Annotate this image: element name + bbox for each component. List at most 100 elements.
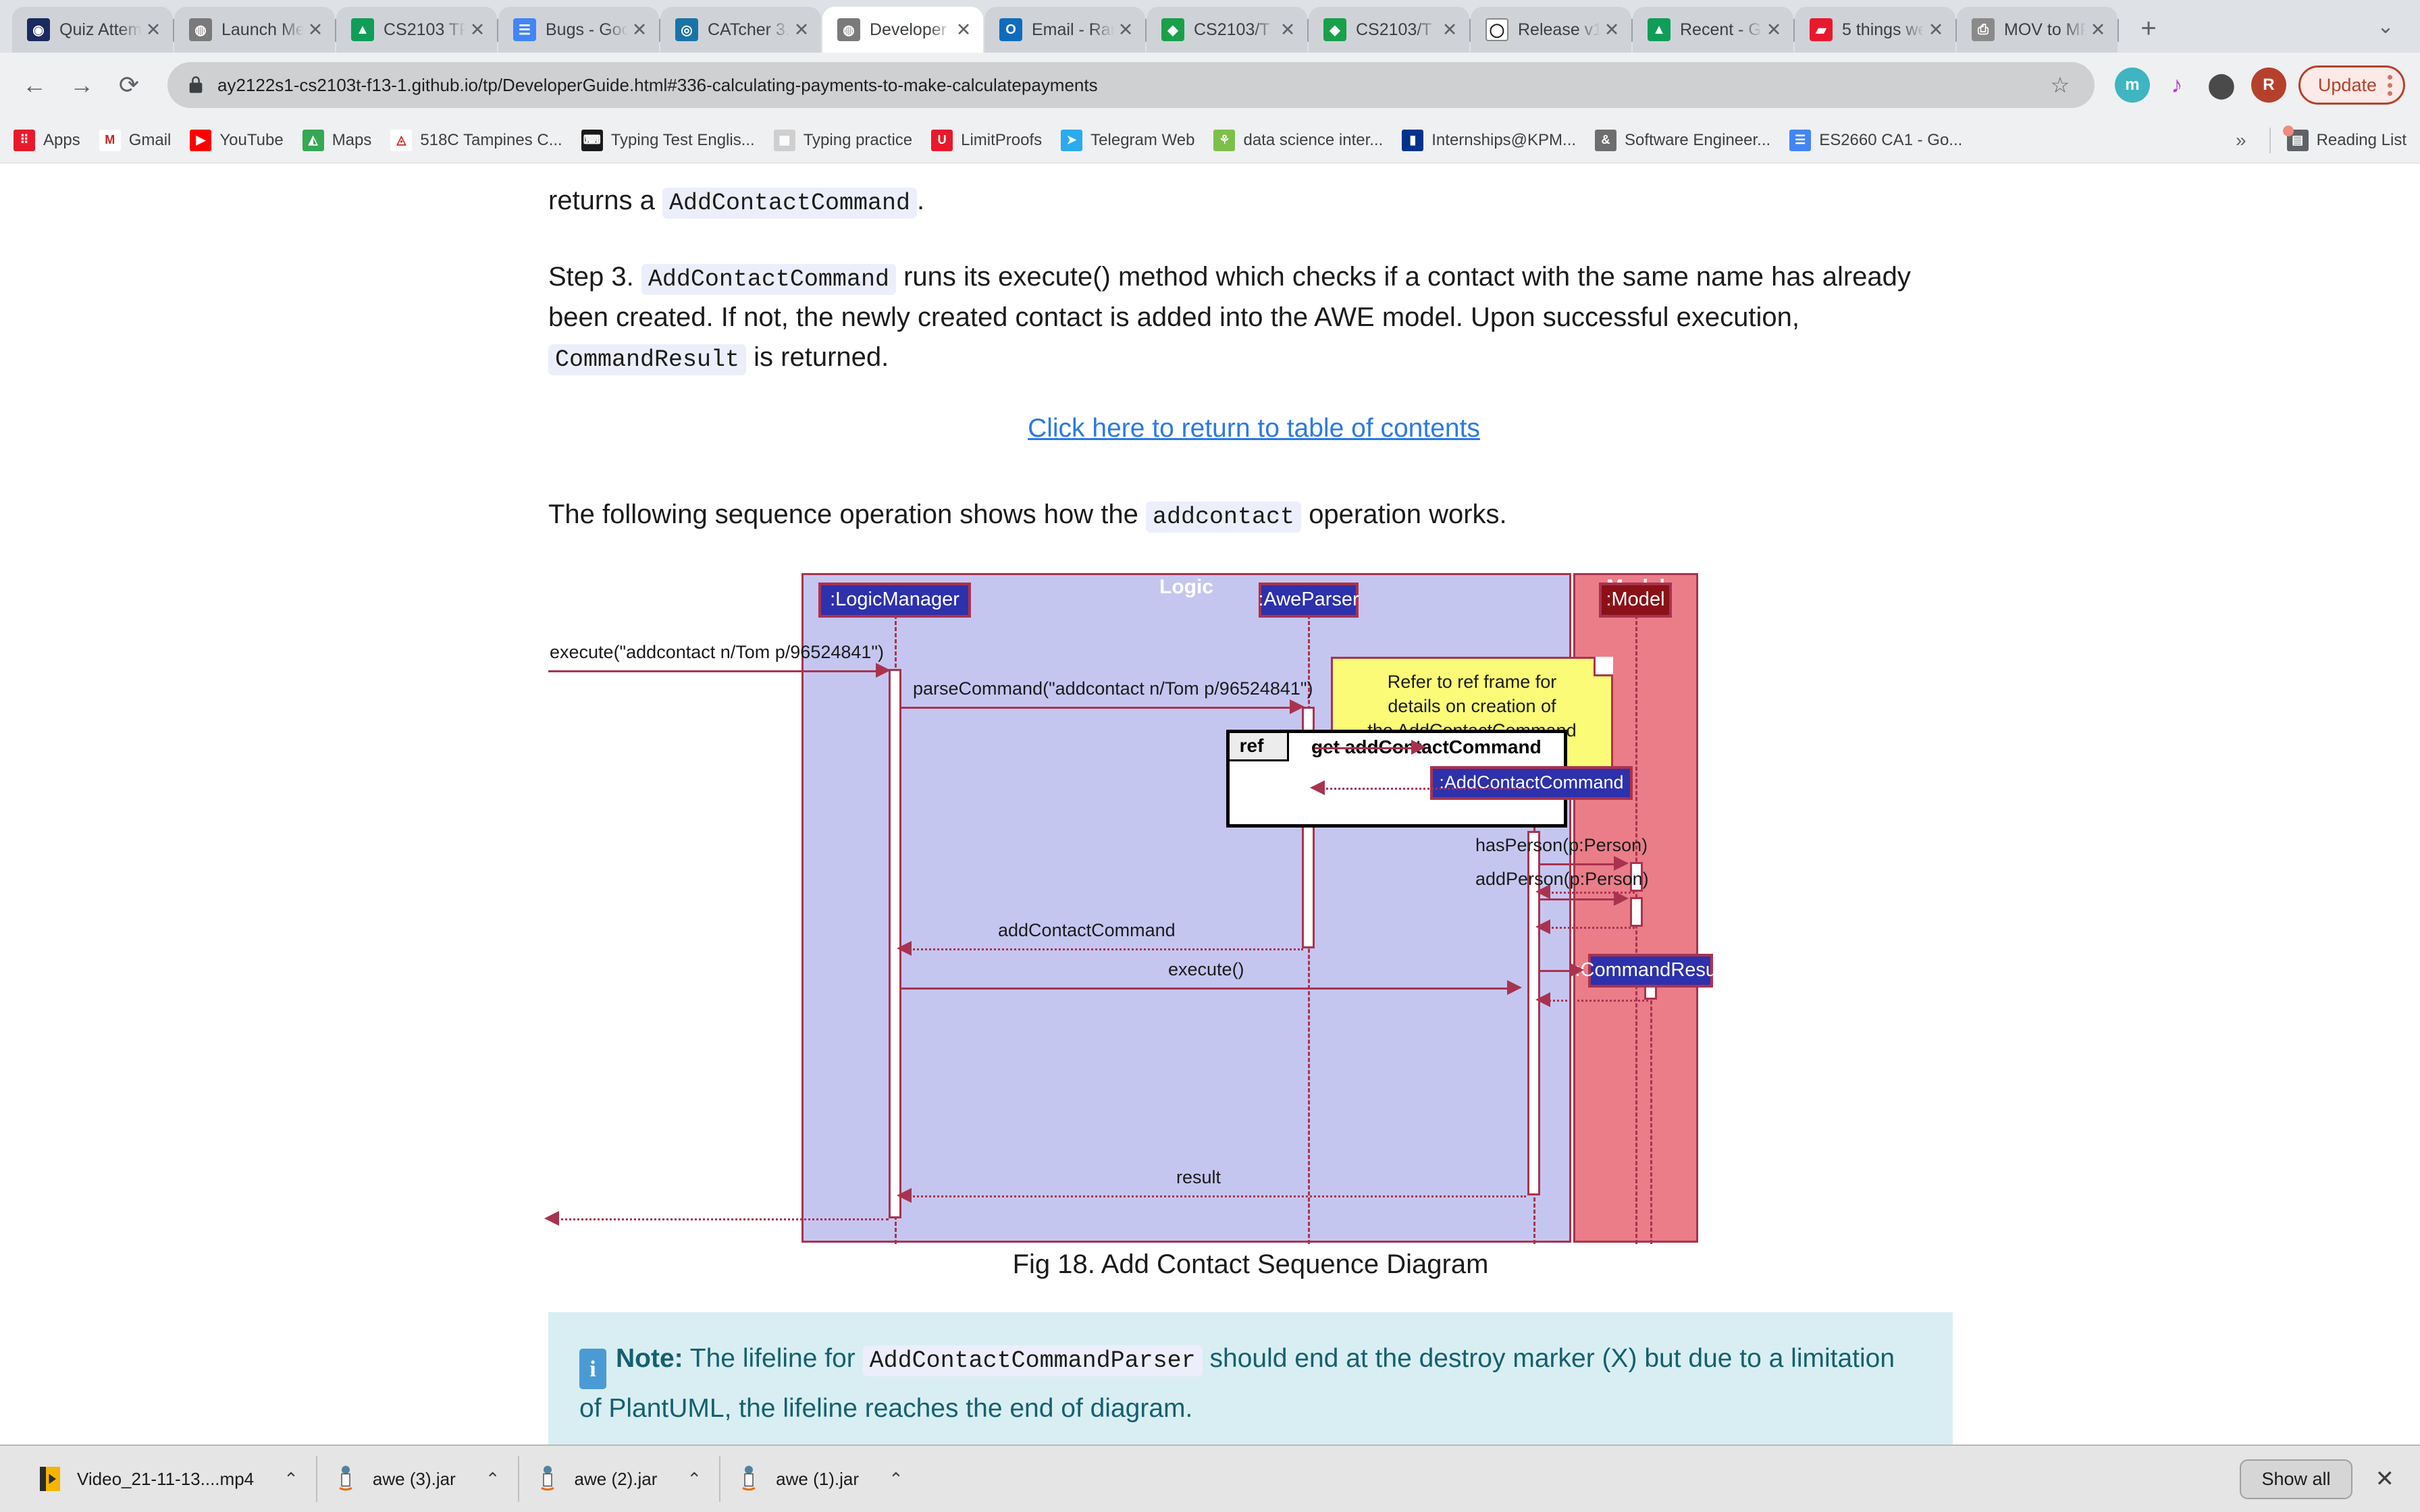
arrow-right: [876, 663, 891, 678]
download-menu-caret[interactable]: ⌃: [485, 1469, 500, 1490]
bookmark-item[interactable]: &Software Engineer...: [1595, 130, 1770, 151]
google-drive-icon: ▲: [1648, 18, 1671, 41]
back-button[interactable]: ←: [15, 65, 54, 105]
grammarly-extension-icon[interactable]: m: [2115, 68, 2150, 103]
browser-tab[interactable]: ☰Bugs - Goo✕: [498, 7, 659, 53]
tab-search-button[interactable]: ⌄: [2366, 7, 2405, 46]
close-tab-button[interactable]: ✕: [1114, 18, 1137, 41]
close-tab-button[interactable]: ✕: [2086, 18, 2109, 41]
java-file-icon: [535, 1465, 560, 1493]
bookmark-item[interactable]: ⌨Typing Test Englis...: [581, 130, 755, 151]
browser-tab[interactable]: ◆CS2103/T -✕: [1147, 7, 1307, 53]
new-tab-button[interactable]: +: [2128, 8, 2169, 49]
bookmark-label: Telegram Web: [1090, 131, 1194, 150]
close-tab-button[interactable]: ✕: [1438, 18, 1461, 41]
download-item[interactable]: awe (2).jar⌃: [518, 1445, 720, 1512]
nus-leaf-icon: ◆: [1323, 18, 1346, 41]
browser-tab[interactable]: ◍Developer (✕: [822, 7, 983, 53]
tab-title: CS2103 TP: [384, 20, 466, 40]
bookmark-label: Apps: [43, 131, 80, 150]
download-menu-caret[interactable]: ⌃: [889, 1469, 903, 1490]
bookmark-item[interactable]: ▮Internships@KPM...: [1402, 130, 1576, 151]
close-tab-button[interactable]: ✕: [628, 18, 651, 41]
bookmark-item[interactable]: ▶YouTube: [190, 130, 283, 151]
browser-tab[interactable]: ◍Launch Me✕: [174, 7, 335, 53]
download-file-name: awe (3).jar: [373, 1469, 456, 1490]
chrome-menu-icon[interactable]: [2388, 75, 2392, 96]
lifeline-commandresult: [1650, 994, 1652, 1244]
bookmark-label: LimitProofs: [961, 131, 1042, 150]
download-item[interactable]: Video_21-11-13....mp4 ⌃: [20, 1445, 316, 1512]
browser-window: ◉Quiz Attem✕◍Launch Me✕▲CS2103 TP✕☰Bugs …: [0, 0, 2420, 1512]
close-tab-button[interactable]: ✕: [1762, 18, 1785, 41]
download-menu-caret[interactable]: ⌃: [284, 1469, 298, 1490]
forward-button[interactable]: →: [62, 65, 101, 105]
browser-tab[interactable]: ▰ 5 things we✕: [1795, 7, 1955, 53]
participant-model: :Model: [1599, 583, 1672, 618]
show-all-downloads-button[interactable]: Show all: [2240, 1459, 2352, 1499]
bookmark-item[interactable]: ULimitProofs: [931, 130, 1042, 151]
arrow-left: [897, 1188, 912, 1203]
tab-title: 5 things we: [1842, 20, 1924, 40]
bookmark-item[interactable]: ➤Telegram Web: [1061, 130, 1194, 151]
close-tab-button[interactable]: ✕: [1924, 18, 1947, 41]
divider: [2269, 128, 2271, 153]
browser-tab[interactable]: ◆CS2103/T -✕: [1309, 7, 1469, 53]
address-bar[interactable]: ay2122s1-cs2103t-f13-1.github.io/tp/Deve…: [167, 62, 2095, 108]
message-execute-line: [901, 988, 1512, 990]
browser-tab[interactable]: ▲Recent - G✕: [1633, 7, 1793, 53]
download-item[interactable]: awe (1).jar⌃: [719, 1445, 921, 1512]
browser-tab[interactable]: ▲CS2103 TP✕: [336, 7, 497, 53]
globe-icon: ◍: [837, 18, 860, 41]
message-addperson: [1540, 898, 1620, 900]
close-tab-button[interactable]: ✕: [952, 18, 975, 41]
download-file-name: Video_21-11-13....mp4: [77, 1469, 254, 1490]
bookmarks-overflow-button[interactable]: »: [2236, 130, 2246, 151]
nus-leaf-icon: ◆: [1161, 18, 1184, 41]
reading-list-label[interactable]: Reading List: [2317, 131, 2406, 150]
note-label: Note:: [616, 1344, 683, 1373]
puzzle-extension-icon[interactable]: ⬤: [2204, 68, 2239, 103]
browser-tab[interactable]: OEmail - Ran✕: [984, 7, 1145, 53]
browser-tab[interactable]: ◯Release v1.✕: [1471, 7, 1631, 53]
bookmark-item[interactable]: ⠿Apps: [14, 130, 80, 151]
moodle-icon: ◉: [27, 18, 50, 41]
download-menu-caret[interactable]: ⌃: [687, 1469, 702, 1490]
browser-tab[interactable]: ◉Quiz Attem✕: [12, 7, 173, 53]
bookmark-item[interactable]: ▦Typing practice: [774, 130, 912, 151]
inline-code: AddContactCommand: [641, 264, 896, 295]
close-downloads-bar-button[interactable]: ✕: [2375, 1465, 2395, 1492]
close-tab-button[interactable]: ✕: [1600, 18, 1623, 41]
browser-tab[interactable]: ⎙MOV to MP✕: [1957, 7, 2118, 53]
message-parsecommand: [901, 707, 1296, 709]
news-icon: ▰: [1810, 18, 1833, 41]
bookmark-item[interactable]: ⚘data science inter...: [1213, 130, 1383, 151]
download-item[interactable]: awe (3).jar ⌃: [316, 1445, 518, 1512]
bookmark-item[interactable]: ☰ES2660 CA1 - Go...: [1789, 130, 1962, 151]
bookmark-item[interactable]: ◬518C Tampines C...: [390, 130, 562, 151]
bookmark-item[interactable]: MGmail: [99, 130, 172, 151]
bookmark-star-icon[interactable]: ☆: [2045, 70, 2076, 101]
bookmarks-overflow: » ▤ Reading List: [2236, 128, 2406, 153]
close-tab-button[interactable]: ✕: [142, 18, 165, 41]
close-tab-button[interactable]: ✕: [1276, 18, 1299, 41]
figure-caption: Fig 18. Add Contact Sequence Diagram: [548, 1249, 1953, 1280]
update-button[interactable]: Update: [2298, 65, 2405, 105]
bookmark-label: Typing practice: [804, 131, 912, 150]
java-file-icon: [737, 1465, 761, 1493]
close-tab-button[interactable]: ✕: [304, 18, 327, 41]
reload-button[interactable]: ⟳: [109, 65, 149, 105]
arrow-left: [1310, 780, 1325, 795]
message-return-commandresult: [1540, 1000, 1648, 1002]
close-tab-button[interactable]: ✕: [466, 18, 489, 41]
profile-avatar[interactable]: R: [2251, 68, 2286, 103]
arrow-right: [1569, 963, 1584, 977]
return-to-toc-link[interactable]: Click here to return to table of content…: [548, 414, 1959, 443]
reading-list-icon: ▤: [2287, 130, 2309, 151]
music-extension-icon[interactable]: ♪: [2159, 68, 2194, 103]
bookmark-item[interactable]: ◭Maps: [302, 130, 372, 151]
url-text: ay2122s1-cs2103t-f13-1.github.io/tp/Deve…: [217, 75, 2045, 96]
lifeline-model: [1635, 615, 1637, 1244]
close-tab-button[interactable]: ✕: [790, 18, 813, 41]
browser-tab[interactable]: ◎CATcher 3.✕: [660, 7, 821, 53]
